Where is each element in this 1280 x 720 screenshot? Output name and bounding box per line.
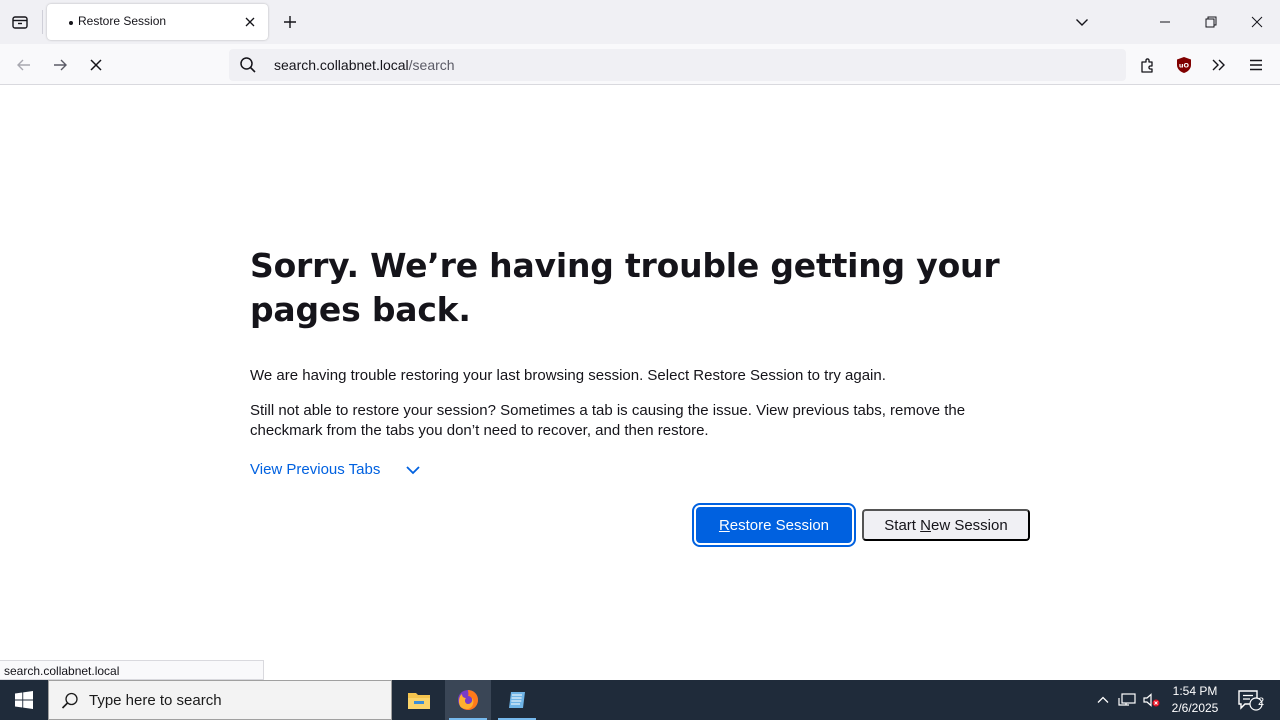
page-title: Sorry. We’re having trouble getting your… <box>250 246 1000 329</box>
back-button[interactable] <box>9 50 39 80</box>
help-text: Still not able to restore your session? … <box>250 402 966 439</box>
show-hidden-icons-button[interactable] <box>1092 680 1114 720</box>
firefox-icon <box>458 690 478 710</box>
close-icon <box>1251 16 1263 28</box>
svg-text:uO: uO <box>1179 62 1190 70</box>
ublock-origin-button[interactable]: uO <box>1169 50 1199 80</box>
search-icon <box>61 692 78 709</box>
list-all-tabs-button[interactable] <box>1068 8 1096 36</box>
tab-restore-session[interactable]: Restore Session <box>47 4 268 40</box>
ublock-icon: uO <box>1177 57 1191 73</box>
restore-session-button[interactable]: Restore Session <box>692 503 856 547</box>
view-previous-tabs-link[interactable]: View Previous Tabs <box>250 461 421 478</box>
forward-arrow-icon <box>54 59 67 71</box>
tab-attention-dot <box>69 21 73 25</box>
firefox-view-button[interactable] <box>6 8 34 36</box>
url-host: search.collabnet.local <box>274 57 409 73</box>
minimize-button[interactable] <box>1142 0 1188 44</box>
network-icon <box>1118 693 1136 706</box>
action-center-button[interactable]: 2 <box>1232 680 1268 720</box>
file-explorer-icon <box>408 693 430 709</box>
stop-icon <box>90 59 102 71</box>
overflow-icon <box>1212 59 1225 71</box>
navigation-toolbar: search.collabnet.local/search uO <box>0 44 1280 85</box>
stop-button[interactable] <box>81 50 111 80</box>
url-text[interactable]: search.collabnet.local/search <box>274 57 455 73</box>
close-icon <box>245 17 255 27</box>
taskbar-file-explorer[interactable] <box>396 680 442 720</box>
new-session-label-prefix: Start <box>884 516 921 534</box>
plus-icon <box>284 16 296 28</box>
new-session-access-key: N <box>920 516 931 534</box>
restore-label-suffix: estore Session <box>729 516 830 534</box>
tab-list-icon <box>12 16 28 29</box>
start-new-session-button[interactable]: Start New Session <box>862 509 1030 541</box>
search-icon <box>240 57 256 73</box>
back-arrow-icon <box>17 59 30 71</box>
chevron-down-icon <box>1076 19 1088 26</box>
start-button[interactable] <box>0 680 48 720</box>
network-tray-button[interactable] <box>1115 680 1139 720</box>
taskbar: Type here to search 1:54 PM 2/6/2025 2 <box>0 680 1280 720</box>
status-bar-link: search.collabnet.local <box>0 660 264 680</box>
taskbar-search-box[interactable]: Type here to search <box>48 680 392 720</box>
tab-title: Restore Session <box>78 14 167 28</box>
chevron-up-icon <box>1097 696 1109 703</box>
page-content: Sorry. We’re having trouble getting your… <box>0 86 1280 680</box>
tab-close-button[interactable] <box>238 10 262 34</box>
volume-tray-button[interactable] <box>1140 680 1162 720</box>
volume-muted-icon <box>1143 693 1160 707</box>
restore-icon <box>1205 16 1217 28</box>
description-text: We are having trouble restoring your las… <box>250 367 886 384</box>
clock-time: 1:54 PM <box>1172 684 1218 698</box>
tab-strip: Restore Session <box>0 0 1280 44</box>
url-bar[interactable]: search.collabnet.local/search <box>229 49 1126 81</box>
windows-icon <box>15 691 33 709</box>
clock-date: 2/6/2025 <box>1171 701 1219 715</box>
forward-button[interactable] <box>45 50 75 80</box>
minimize-icon <box>1160 21 1170 23</box>
extensions-button[interactable] <box>1133 50 1163 80</box>
extensions-icon <box>1141 58 1153 73</box>
chevron-down-icon <box>406 465 420 474</box>
restore-button[interactable] <box>1188 0 1234 44</box>
url-path: /search <box>408 57 455 73</box>
view-previous-tabs-label: View Previous Tabs <box>250 461 381 478</box>
close-window-button[interactable] <box>1234 0 1280 44</box>
menu-icon <box>1250 59 1262 71</box>
taskbar-search-placeholder: Type here to search <box>89 692 222 709</box>
restore-access-key: R <box>718 516 730 534</box>
app-menu-button[interactable] <box>1241 50 1271 80</box>
taskbar-notepad[interactable] <box>494 680 540 720</box>
notepad-icon <box>509 692 525 708</box>
new-session-label-suffix: ew Session <box>930 516 1008 534</box>
new-tab-button[interactable] <box>276 8 304 36</box>
tab-separator <box>42 10 43 34</box>
overflow-menu-button[interactable] <box>1204 50 1234 80</box>
taskbar-clock[interactable]: 1:54 PM 2/6/2025 <box>1162 683 1228 717</box>
taskbar-firefox[interactable] <box>445 680 491 720</box>
notification-count-badge: 2 <box>1257 696 1265 708</box>
